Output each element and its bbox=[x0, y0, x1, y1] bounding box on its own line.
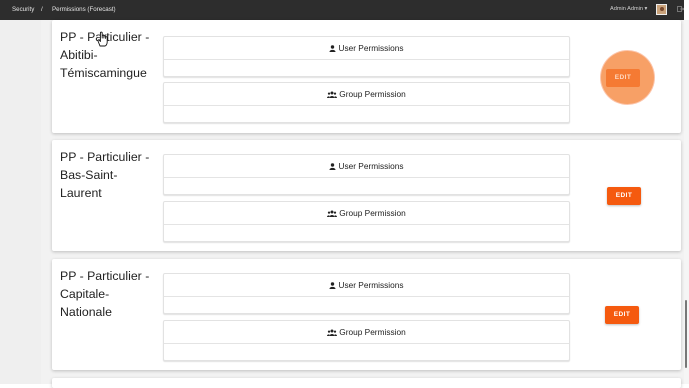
edit-button[interactable]: EDIT bbox=[605, 306, 639, 324]
group-permission-header: Group Permission bbox=[164, 202, 569, 224]
user-permissions-panel[interactable]: User Permissions bbox=[163, 36, 570, 77]
hand-cursor-icon bbox=[97, 31, 108, 47]
user-icon bbox=[329, 45, 336, 52]
user-icon bbox=[329, 163, 336, 170]
group-permission-header: Group Permission bbox=[164, 83, 569, 105]
group-permission-header: Group Permission bbox=[164, 321, 569, 343]
group-permission-panel[interactable]: Group Permission bbox=[163, 201, 570, 242]
breadcrumb-current: Permissions (Forecast) bbox=[52, 6, 116, 13]
edit-button[interactable]: EDIT bbox=[607, 187, 641, 205]
group-permission-label: Group Permission bbox=[339, 327, 406, 337]
user-permissions-header: User Permissions bbox=[164, 155, 569, 177]
user-permissions-body bbox=[164, 177, 569, 196]
user-permissions-panel[interactable]: User Permissions bbox=[163, 273, 570, 314]
user-permissions-label: User Permissions bbox=[338, 280, 404, 290]
group-permission-body bbox=[164, 105, 569, 124]
users-icon bbox=[327, 210, 338, 217]
edit-button[interactable]: EDIT bbox=[606, 69, 640, 87]
user-menu[interactable]: Admin Admin ▾ bbox=[610, 6, 647, 12]
group-permission-label: Group Permission bbox=[339, 89, 406, 99]
avatar[interactable] bbox=[656, 4, 667, 15]
user-permissions-label: User Permissions bbox=[338, 161, 404, 171]
user-permissions-panel[interactable]: User Permissions bbox=[163, 154, 570, 195]
group-permission-panel[interactable]: Group Permission bbox=[163, 82, 570, 123]
users-icon bbox=[327, 329, 338, 336]
permission-card: PP - Particulier - Bas-Saint-Laurent Use… bbox=[52, 140, 681, 251]
card-title: PP - Particulier - Bas-Saint-Laurent bbox=[60, 150, 150, 200]
group-permission-panel[interactable]: Group Permission bbox=[163, 320, 570, 361]
user-permissions-header: User Permissions bbox=[164, 37, 569, 59]
logout-icon[interactable] bbox=[677, 6, 684, 12]
user-permissions-label: User Permissions bbox=[338, 43, 404, 53]
card-title: PP - Particulier - Capitale-Nationale bbox=[60, 269, 150, 319]
users-icon bbox=[327, 91, 338, 98]
user-permissions-body bbox=[164, 296, 569, 315]
group-permission-body bbox=[164, 224, 569, 243]
permission-card: PP - Particulier - Abitibi-Témiscamingue… bbox=[52, 20, 681, 133]
permission-card: PP - Particulier - Capitale-Nationale Us… bbox=[52, 259, 681, 370]
breadcrumb-security[interactable]: Security bbox=[12, 6, 34, 13]
group-permission-label: Group Permission bbox=[339, 208, 406, 218]
left-gutter bbox=[0, 20, 41, 384]
top-bar: Security / Permissions (Forecast) Admin … bbox=[0, 0, 684, 20]
user-permissions-body bbox=[164, 59, 569, 78]
group-permission-body bbox=[164, 343, 569, 362]
scrollbar-thumb[interactable] bbox=[685, 300, 687, 368]
permission-card-partial bbox=[52, 378, 681, 388]
user-icon bbox=[329, 282, 336, 289]
breadcrumb-separator: / bbox=[41, 6, 43, 13]
user-permissions-header: User Permissions bbox=[164, 274, 569, 296]
